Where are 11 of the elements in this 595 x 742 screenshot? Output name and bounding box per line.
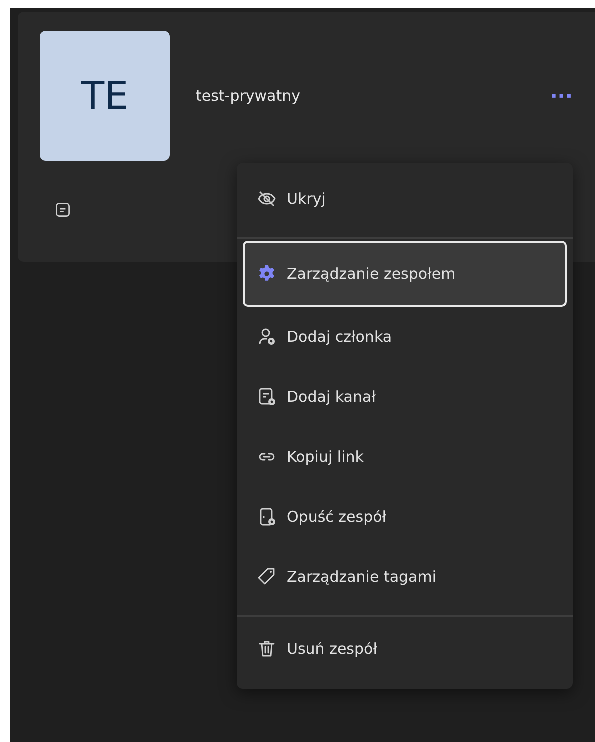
menu-item[interactable]: Usuń zespół <box>243 619 567 679</box>
menu-item[interactable]: Dodaj członka <box>243 307 567 367</box>
menu-item[interactable]: Dodaj kanał <box>243 367 567 427</box>
menu-item[interactable]: Opuść zespół <box>243 487 567 547</box>
menu-item[interactable]: Zarządzanie zespołem <box>243 241 567 307</box>
more-options-button[interactable]: ··· <box>550 84 573 108</box>
team-avatar: TE <box>40 31 170 161</box>
menu-item[interactable]: Zarządzanie tagami <box>243 547 567 607</box>
menu-item[interactable]: Kopiuj link <box>243 427 567 487</box>
menu-item[interactable]: Ukryj <box>243 169 567 229</box>
team-name: test-prywatny <box>196 87 302 105</box>
